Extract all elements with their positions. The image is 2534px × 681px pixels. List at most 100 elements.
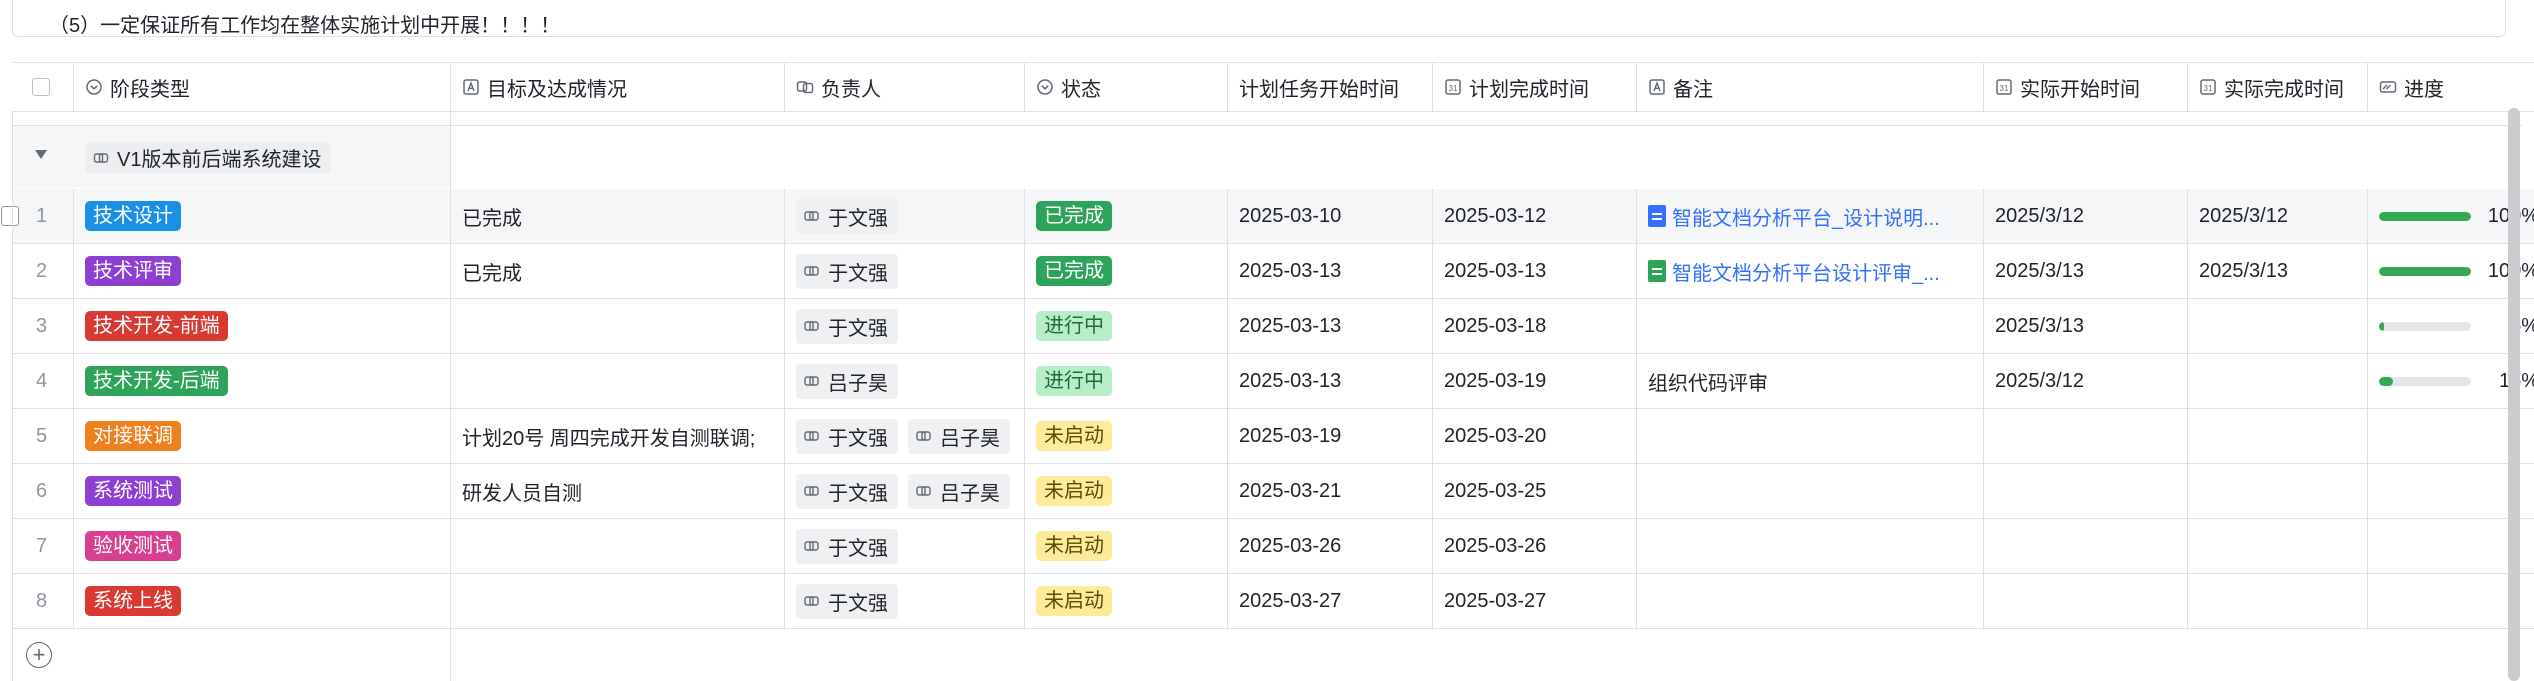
cell-plan-end[interactable]: 2025-03-13: [1432, 244, 1636, 298]
cell-owner[interactable]: 于文强: [784, 519, 1024, 573]
add-record-button[interactable]: +: [26, 642, 52, 668]
column-header-actual_end[interactable]: 31 实际完成时间: [2187, 63, 2367, 111]
cell-goal[interactable]: 已完成: [450, 244, 784, 298]
cell-actual-start[interactable]: 2025/3/12: [1983, 189, 2187, 243]
cell-remark[interactable]: [1636, 409, 1983, 463]
cell-actual-end[interactable]: [2187, 574, 2367, 628]
owner-tag[interactable]: 于文强: [796, 253, 898, 289]
cell-actual-end[interactable]: [2187, 464, 2367, 518]
cell-owner[interactable]: 于文强: [784, 574, 1024, 628]
cell-status[interactable]: 未启动: [1024, 574, 1227, 628]
collapse-caret-icon[interactable]: [35, 150, 47, 159]
owner-tag[interactable]: 吕子昊: [796, 363, 898, 399]
column-header-owner[interactable]: 负责人: [784, 63, 1024, 111]
cell-actual-start[interactable]: [1983, 519, 2187, 573]
cell-stage[interactable]: 对接联调: [73, 409, 450, 463]
cell-actual-start[interactable]: [1983, 464, 2187, 518]
cell-status[interactable]: 未启动: [1024, 519, 1227, 573]
group-header[interactable]: V1版本前后端系统建设: [12, 125, 450, 188]
table-row[interactable]: 8 系统上线 于文强 未启动 2025-03-27 2025-03-27: [12, 574, 2534, 629]
cell-goal[interactable]: 已完成: [450, 189, 784, 243]
owner-tag[interactable]: 吕子昊: [908, 418, 1010, 454]
cell-goal[interactable]: [450, 519, 784, 573]
cell-plan-start[interactable]: 2025-03-13: [1227, 244, 1432, 298]
cell-actual-start[interactable]: 2025/3/13: [1983, 299, 2187, 353]
select-all-cell[interactable]: [12, 63, 73, 111]
cell-plan-start[interactable]: 2025-03-13: [1227, 299, 1432, 353]
cell-remark[interactable]: [1636, 299, 1983, 353]
cell-plan-start[interactable]: 2025-03-26: [1227, 519, 1432, 573]
cell-remark[interactable]: 组织代码评审: [1636, 354, 1983, 408]
header-divider[interactable]: [2367, 63, 2368, 111]
cell-remark[interactable]: [1636, 574, 1983, 628]
column-header-plan_end[interactable]: 31 计划完成时间: [1432, 63, 1636, 111]
table-row[interactable]: 1 技术设计 已完成 于文强 已完成 2025-03-10 2025-03-12 智能文档分析…: [1, 189, 2534, 244]
table-row[interactable]: 3 技术开发-前端 于文强 进行中 2025-03-13 2025-03-18 2025/3…: [12, 299, 2534, 354]
cell-stage[interactable]: 系统上线: [73, 574, 450, 628]
owner-tag[interactable]: 于文强: [796, 198, 898, 234]
cell-actual-end[interactable]: 2025/3/13: [2187, 244, 2367, 298]
cell-plan-end[interactable]: 2025-03-18: [1432, 299, 1636, 353]
table-row[interactable]: 6 系统测试 研发人员自测 于文强 吕子昊 未启动 2025-03-21 2025-03-25: [12, 464, 2534, 519]
owner-tag[interactable]: 于文强: [796, 418, 898, 454]
cell-actual-end[interactable]: [2187, 409, 2367, 463]
cell-owner[interactable]: 于文强: [784, 189, 1024, 243]
cell-status[interactable]: 未启动: [1024, 409, 1227, 463]
cell-stage[interactable]: 技术开发-前端: [73, 299, 450, 353]
cell-plan-end[interactable]: 2025-03-12: [1432, 189, 1636, 243]
header-divider[interactable]: [450, 63, 451, 111]
cell-goal[interactable]: [450, 574, 784, 628]
cell-stage[interactable]: 技术开发-后端: [73, 354, 450, 408]
cell-actual-end[interactable]: 2025/3/12: [2187, 189, 2367, 243]
cell-plan-start[interactable]: 2025-03-21: [1227, 464, 1432, 518]
cell-actual-start[interactable]: [1983, 574, 2187, 628]
header-divider[interactable]: [2187, 63, 2188, 111]
cell-actual-start[interactable]: 2025/3/12: [1983, 354, 2187, 408]
cell-actual-end[interactable]: [2187, 354, 2367, 408]
cell-actual-end[interactable]: [2187, 299, 2367, 353]
cell-plan-end[interactable]: 2025-03-25: [1432, 464, 1636, 518]
cell-stage[interactable]: 验收测试: [73, 519, 450, 573]
column-header-remark[interactable]: 备注: [1636, 63, 1983, 111]
cell-status[interactable]: 进行中: [1024, 354, 1227, 408]
column-header-actual_start[interactable]: 31 实际开始时间: [1983, 63, 2187, 111]
table-row[interactable]: 5 对接联调 计划20号 周四完成开发自测联调; 于文强 吕子昊 未启动 2025-03-1…: [12, 409, 2534, 464]
cell-plan-start[interactable]: 2025-03-27: [1227, 574, 1432, 628]
cell-actual-start[interactable]: [1983, 409, 2187, 463]
cell-goal[interactable]: [450, 299, 784, 353]
cell-remark[interactable]: 智能文档分析平台_设计说明...: [1636, 189, 1983, 243]
cell-remark[interactable]: 智能文档分析平台设计评审_...: [1636, 244, 1983, 298]
cell-plan-end[interactable]: 2025-03-19: [1432, 354, 1636, 408]
owner-tag[interactable]: 于文强: [796, 583, 898, 619]
cell-stage[interactable]: 技术评审: [73, 244, 450, 298]
cell-goal[interactable]: [450, 354, 784, 408]
cell-plan-start[interactable]: 2025-03-19: [1227, 409, 1432, 463]
cell-stage[interactable]: 技术设计: [73, 189, 450, 243]
header-divider[interactable]: [1983, 63, 1984, 111]
table-row[interactable]: 2 技术评审 已完成 于文强 已完成 2025-03-13 2025-03-13 智能文档分析…: [12, 244, 2534, 299]
header-divider[interactable]: [73, 63, 74, 111]
cell-owner[interactable]: 于文强: [784, 299, 1024, 353]
cell-plan-end[interactable]: 2025-03-26: [1432, 519, 1636, 573]
cell-remark[interactable]: [1636, 464, 1983, 518]
cell-owner[interactable]: 于文强 吕子昊: [784, 464, 1024, 518]
cell-status[interactable]: 未启动: [1024, 464, 1227, 518]
cell-owner[interactable]: 于文强 吕子昊: [784, 409, 1024, 463]
cell-goal[interactable]: 计划20号 周四完成开发自测联调;: [450, 409, 784, 463]
cell-owner[interactable]: 于文强: [784, 244, 1024, 298]
cell-actual-start[interactable]: 2025/3/13: [1983, 244, 2187, 298]
cell-goal[interactable]: 研发人员自测: [450, 464, 784, 518]
table-row[interactable]: 4 技术开发-后端 吕子昊 进行中 2025-03-13 2025-03-19 组织代码评审…: [12, 354, 2534, 409]
column-header-plan_start[interactable]: 计划任务开始时间: [1227, 63, 1432, 111]
cell-stage[interactable]: 系统测试: [73, 464, 450, 518]
header-divider[interactable]: [1024, 63, 1025, 111]
column-header-goal[interactable]: 目标及达成情况: [450, 63, 784, 111]
owner-tag[interactable]: 于文强: [796, 473, 898, 509]
vertical-scrollbar[interactable]: [2508, 108, 2520, 681]
header-divider[interactable]: [1227, 63, 1228, 111]
header-divider[interactable]: [784, 63, 785, 111]
cell-remark[interactable]: [1636, 519, 1983, 573]
cell-actual-end[interactable]: [2187, 519, 2367, 573]
cell-status[interactable]: 已完成: [1024, 189, 1227, 243]
table-row[interactable]: 7 验收测试 于文强 未启动 2025-03-26 2025-03-26: [12, 519, 2534, 574]
